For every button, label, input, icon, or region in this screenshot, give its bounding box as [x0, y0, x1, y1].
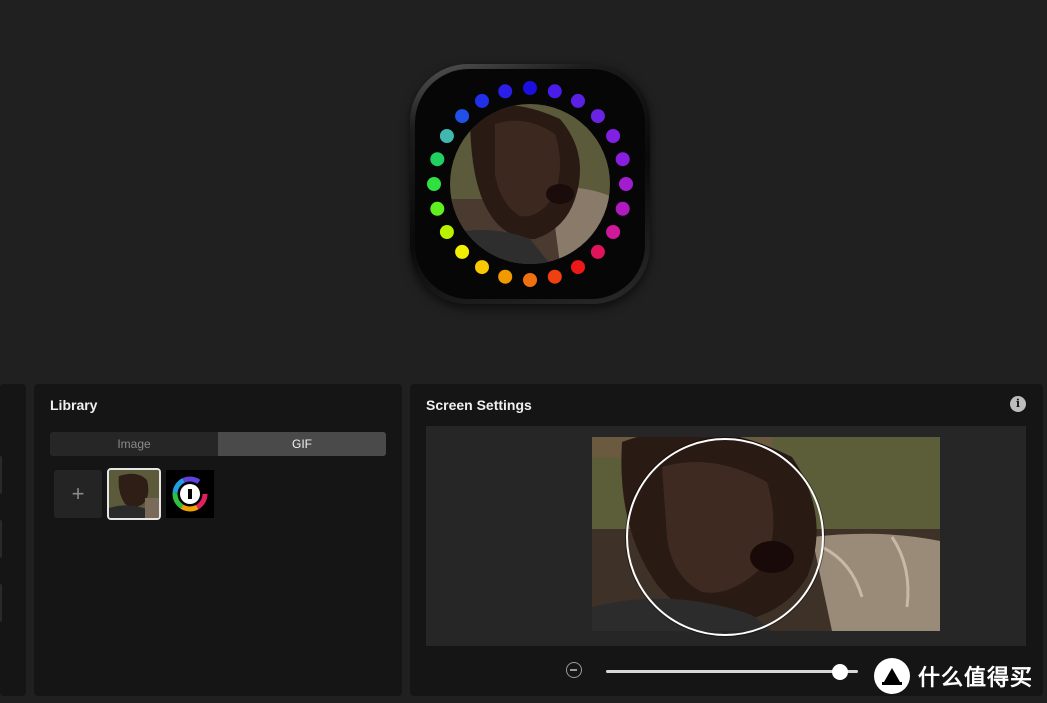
- led-dot: [571, 260, 585, 275]
- led-dot: [547, 269, 562, 284]
- led-dot: [523, 81, 537, 95]
- library-title: Library: [50, 397, 98, 413]
- led-dot: [523, 273, 537, 287]
- led-dot: [606, 225, 621, 239]
- led-dot: [619, 177, 633, 191]
- led-dot: [427, 177, 441, 191]
- add-media-button[interactable]: +: [54, 470, 102, 518]
- device-face: [415, 69, 645, 299]
- left-panel-control-stub[interactable]: [0, 520, 2, 558]
- watermark-logo-icon: [882, 668, 902, 685]
- crop-circle-handle[interactable]: [626, 438, 824, 636]
- led-dot: [498, 84, 513, 99]
- brand-logo-thumbnail[interactable]: [166, 470, 214, 518]
- gif-thumbnail-selected[interactable]: [107, 468, 161, 520]
- led-dot: [439, 225, 454, 239]
- zoom-slider-track[interactable]: [606, 670, 858, 673]
- screen-settings-panel: Screen Settings i: [410, 384, 1043, 696]
- tab-image[interactable]: Image: [50, 432, 218, 456]
- led-dot: [571, 93, 585, 108]
- watermark: 什么值得买: [874, 656, 1033, 696]
- led-dot: [455, 109, 470, 124]
- media-type-segmented-control: Image GIF: [50, 432, 386, 456]
- led-dot: [498, 269, 513, 284]
- led-dot: [475, 93, 489, 108]
- left-panel-control-stub[interactable]: [0, 584, 2, 622]
- lcd-cooler-device: [410, 64, 650, 304]
- device-screen-gif: [450, 104, 610, 264]
- crying-man-image: [450, 104, 610, 264]
- info-icon[interactable]: i: [1010, 396, 1026, 412]
- led-dot: [615, 152, 630, 167]
- brand-logo-icon: [166, 470, 214, 518]
- left-panel-control-stub[interactable]: [0, 456, 2, 494]
- led-dot: [430, 201, 445, 216]
- led-dot: [430, 152, 445, 167]
- led-dot: [439, 129, 454, 143]
- device-preview-area: [0, 0, 1047, 378]
- led-dot: [547, 84, 562, 99]
- led-dot: [606, 129, 621, 143]
- tab-gif[interactable]: GIF: [218, 432, 386, 456]
- led-dot: [615, 201, 630, 216]
- led-dot: [475, 260, 489, 275]
- library-panel: Library Image GIF +: [34, 384, 402, 696]
- crop-stage: [426, 426, 1026, 646]
- zoom-out-icon[interactable]: [566, 662, 582, 678]
- led-dot: [590, 244, 605, 259]
- screen-settings-title: Screen Settings: [426, 397, 532, 413]
- watermark-text: 什么值得买: [918, 666, 1034, 691]
- left-side-panel: [0, 384, 26, 696]
- zoom-slider-thumb[interactable]: [832, 664, 849, 680]
- led-dot: [590, 109, 605, 124]
- watermark-logo: [874, 658, 910, 694]
- led-dot: [455, 244, 470, 259]
- crying-man-thumbnail: [109, 470, 159, 518]
